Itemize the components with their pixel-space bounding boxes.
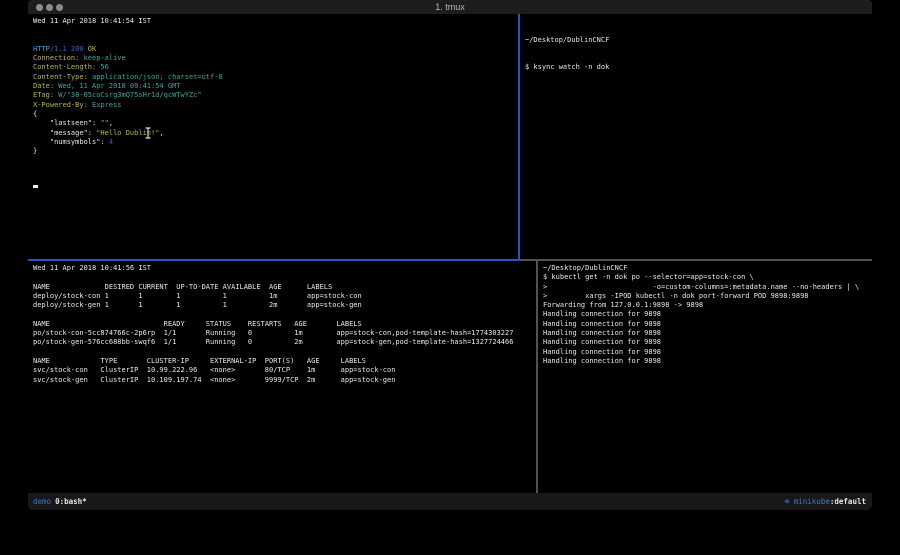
- window-titlebar: 1. tmux: [28, 0, 872, 14]
- kube-namespace: :default: [830, 497, 866, 506]
- pane-kubectl-get[interactable]: Wed 11 Apr 2018 10:41:56 IST NAME DESIRE…: [28, 261, 536, 493]
- pane-border-vertical-bottom: [536, 261, 538, 493]
- pane-ksync[interactable]: ~/Desktop/DublinCNCF $ ksync watch -n do…: [520, 14, 872, 259]
- pane-port-forward[interactable]: ~/Desktop/DublinCNCF $ kubectl get -n do…: [538, 261, 872, 493]
- tmux-status-bar: demo 0:bash* ☸ minikube:default: [28, 493, 872, 510]
- terminal-window: 1. tmux Wed 11 Apr 2018 10:41:54 IST HTT…: [28, 0, 872, 510]
- terminal-cursor: [33, 185, 38, 188]
- pane-border-vertical-top: [518, 14, 520, 261]
- pane-border-horizontal-right: [519, 259, 872, 261]
- kubectl-output-text: Wed 11 Apr 2018 10:41:56 IST NAME DESIRE…: [28, 261, 536, 385]
- ksync-command: $ ksync watch -n dok: [525, 63, 872, 72]
- tmux-window-label[interactable]: 0:bash*: [55, 497, 87, 506]
- pane-border-horizontal-left: [28, 259, 519, 261]
- window-title: 1. tmux: [28, 2, 872, 12]
- tmux-session-name: demo: [33, 497, 51, 506]
- port-forward-text: ~/Desktop/DublinCNCF $ kubectl get -n do…: [538, 261, 872, 366]
- kubernetes-icon: ☸: [785, 497, 790, 506]
- http-response-text: Wed 11 Apr 2018 10:41:54 IST HTTP/1.1 20…: [28, 14, 518, 156]
- ksync-cwd: ~/Desktop/DublinCNCF: [525, 36, 872, 45]
- kube-context: minikube: [794, 497, 830, 506]
- pane-http-response[interactable]: Wed 11 Apr 2018 10:41:54 IST HTTP/1.1 20…: [28, 14, 518, 259]
- mouse-ibeam-cursor: [144, 124, 152, 143]
- screen: 1. tmux Wed 11 Apr 2018 10:41:54 IST HTT…: [0, 0, 900, 555]
